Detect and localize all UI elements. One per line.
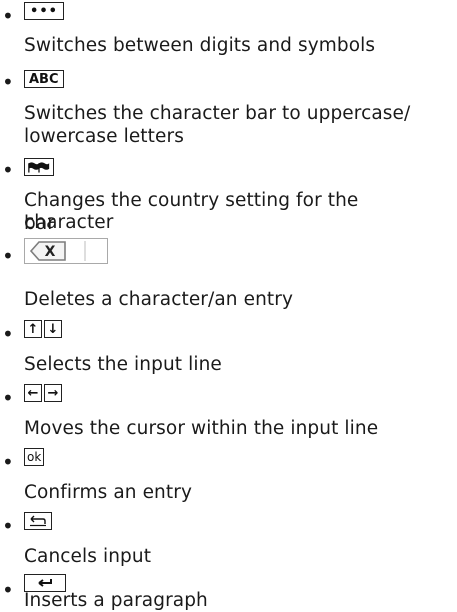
right-arrow-key-icon: → — [44, 384, 62, 402]
three-dots-symbol-key-icon: ••• — [24, 2, 64, 20]
ok-key-icon: ok — [24, 448, 45, 466]
description: Moves the cursor within the input line — [24, 418, 379, 439]
key-row: ABC — [24, 70, 64, 88]
key-row — [24, 158, 54, 176]
bullet: • — [2, 386, 14, 410]
enter-arrow-icon — [38, 579, 52, 587]
description-line-2: lowercase letters — [24, 126, 184, 147]
key-row: X — [24, 238, 108, 264]
down-arrow-key-icon: ↓ — [44, 320, 62, 338]
description-paragraph: Inserts a paragraph — [24, 590, 208, 611]
description-line-2: bar — [24, 213, 55, 234]
key-row: ok — [24, 448, 45, 466]
backspace-icon: X — [29, 241, 86, 261]
left-arrow-key-icon: ← — [24, 384, 42, 402]
up-arrow-key-icon: ↑ — [24, 320, 42, 338]
abc-case-key-icon: ABC — [24, 70, 64, 88]
country-flags-key-icon — [24, 158, 54, 176]
svg-text:X: X — [45, 244, 56, 260]
bullet: • — [2, 158, 14, 182]
bullet: • — [2, 70, 14, 94]
description: Confirms an entry — [24, 482, 192, 503]
key-row: ← → — [24, 384, 62, 402]
bullet: • — [2, 514, 14, 538]
bullet: • — [2, 578, 14, 602]
flags-icon — [28, 162, 50, 173]
bullet: • — [2, 244, 14, 268]
back-arrow-icon — [30, 515, 46, 527]
key-row: ↑ ↓ — [24, 320, 62, 338]
instruction-page: • ••• Switches between digits and symbol… — [0, 0, 457, 611]
key-row: ••• — [24, 2, 64, 20]
description: Switches between digits and symbols — [24, 35, 376, 56]
description-line-1: Switches the character bar to uppercase/ — [24, 103, 411, 124]
bullet: • — [2, 450, 14, 474]
key-row — [24, 512, 52, 530]
description: Cancels input — [24, 546, 152, 567]
bullet: • — [2, 4, 14, 28]
description: Deletes a character/an entry — [24, 289, 293, 310]
delete-backspace-key-icon: X — [24, 238, 108, 264]
description: Selects the input line — [24, 354, 222, 375]
bullet: • — [2, 322, 14, 346]
back-return-key-icon — [24, 512, 52, 530]
